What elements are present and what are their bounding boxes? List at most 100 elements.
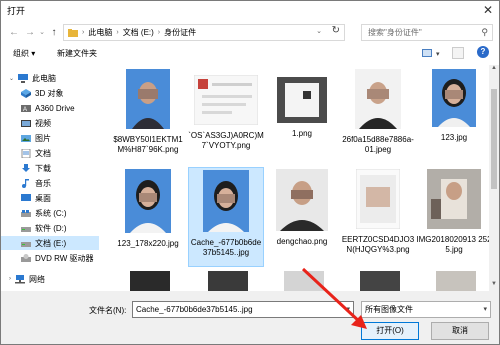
- folder-icon: [68, 28, 78, 37]
- sidebar-item-drive-c[interactable]: 系统 (C:): [21, 206, 67, 220]
- file-name: 26f0a15d88e7886a-01.jpeg: [342, 135, 414, 154]
- file-name: 1.png: [291, 129, 313, 138]
- help-icon[interactable]: ?: [477, 46, 489, 58]
- sidebar-item-label: 图片: [35, 133, 51, 143]
- svg-text:A: A: [23, 107, 27, 113]
- dialog-footer: 文件名(N): Cache_-677b0b6de37b5145..jpg ▾ 所…: [1, 291, 499, 344]
- image-thumbnail[interactable]: [360, 271, 400, 291]
- filename-value: Cache_-677b0b6de37b5145..jpg: [136, 305, 253, 314]
- sidebar-item-desktop[interactable]: 桌面: [21, 191, 51, 205]
- file-name: EERTZ0CSD4DJO3N(HJQGY%3.png: [341, 235, 415, 254]
- title-bar: 打开 ✕: [1, 1, 499, 19]
- file-name: Cache_-677b0b6de37b5145..jpg: [190, 238, 262, 257]
- expand-chevron-icon[interactable]: ⌄: [9, 75, 14, 82]
- breadcrumb-separator-icon: ›: [82, 29, 85, 36]
- address-bar[interactable]: › 此电脑 › 文档 (E:) › 身份证件 ⌄ ↻: [63, 24, 345, 41]
- expand-chevron-icon[interactable]: ›: [9, 276, 11, 282]
- sidebar-item-videos[interactable]: 视频: [21, 116, 51, 130]
- sidebar-item-downloads[interactable]: 下载: [21, 161, 51, 175]
- scrollbar-thumb[interactable]: [491, 89, 497, 189]
- sidebar-item-3d-objects[interactable]: 3D 对象: [21, 86, 63, 100]
- file-item[interactable]: $8WBY50I1EKTM1M%H87`96K.png: [110, 69, 186, 155]
- sidebar-item-label: DVD RW 驱动器: [35, 253, 94, 263]
- cancel-button[interactable]: 取消: [431, 322, 489, 340]
- view-options-icon[interactable]: ▾: [421, 47, 443, 59]
- svg-text:▾: ▾: [436, 51, 440, 58]
- image-thumbnail[interactable]: [436, 271, 476, 291]
- image-thumbnail[interactable]: [208, 271, 248, 291]
- sidebar-item-drive-d[interactable]: 软件 (D:): [21, 221, 67, 235]
- image-thumbnail[interactable]: [130, 271, 170, 291]
- sidebar-item-dvd-drive[interactable]: DVD RW 驱动器: [21, 251, 94, 265]
- breadcrumb-this-pc[interactable]: 此电脑: [88, 27, 112, 38]
- image-thumbnail: [355, 69, 401, 129]
- file-list: $8WBY50I1EKTM1M%H87`96K.png `OS`AS3GJ)A0…: [104, 65, 489, 291]
- sidebar-item-label: 软件 (D:): [35, 223, 67, 233]
- breadcrumb-current-folder[interactable]: 身份证件: [164, 27, 196, 38]
- sidebar-item-drive-e[interactable]: 文档 (E:): [1, 236, 99, 250]
- vertical-scrollbar[interactable]: ▲ ▼: [489, 65, 499, 291]
- image-thumbnail[interactable]: [284, 271, 324, 291]
- image-thumbnail: [432, 69, 476, 127]
- search-icon[interactable]: ⚲: [481, 25, 488, 40]
- desktop-icon: [21, 193, 31, 201]
- scroll-down-icon[interactable]: ▼: [489, 281, 499, 291]
- close-icon[interactable]: ✕: [481, 3, 495, 17]
- file-item[interactable]: 123.jpg: [416, 69, 489, 143]
- sidebar-item-pictures[interactable]: 图片: [21, 131, 51, 145]
- file-name: 123_178x220.jpg: [117, 239, 179, 248]
- refresh-icon[interactable]: ↻: [332, 25, 340, 36]
- sidebar-item-label: 桌面: [35, 193, 51, 203]
- chevron-down-icon[interactable]: ▾: [483, 302, 487, 317]
- preview-pane-icon[interactable]: [452, 47, 464, 59]
- drive-d-icon: [21, 226, 31, 232]
- file-name: IMG2018020913 2525.jpg: [416, 235, 489, 254]
- back-arrow-icon[interactable]: ←: [7, 24, 21, 42]
- network-icon: [15, 274, 25, 283]
- image-thumbnail: [203, 170, 249, 232]
- scroll-up-icon[interactable]: ▲: [489, 65, 499, 75]
- file-item[interactable]: 123_178x220.jpg: [110, 169, 186, 249]
- cloud-drive-icon: A: [21, 104, 31, 113]
- search-input[interactable]: 搜索"身份证件" ⚲: [361, 24, 493, 41]
- computer-icon: [18, 73, 29, 83]
- sidebar-item-label: 3D 对象: [35, 88, 64, 98]
- navigation-bar: ← → ⌄ ↑ › 此电脑 › 文档 (E:) › 身份证件 ⌄ ↻ 搜索"身份…: [1, 21, 499, 45]
- image-thumbnail: [277, 77, 327, 123]
- sidebar-item-this-pc[interactable]: ⌄ 此电脑: [9, 71, 56, 85]
- file-item[interactable]: EERTZ0CSD4DJO3N(HJQGY%3.png: [340, 168, 416, 255]
- image-thumbnail: [427, 169, 481, 229]
- file-name: dengchao.png: [276, 237, 328, 246]
- filename-field[interactable]: Cache_-677b0b6de37b5145..jpg ▾: [132, 301, 354, 318]
- up-arrow-icon[interactable]: ↑: [47, 24, 61, 42]
- organize-button[interactable]: 组织 ▾: [13, 48, 35, 59]
- file-item[interactable]: dengchao.png: [264, 169, 340, 247]
- file-type-select[interactable]: 所有图像文件 ▾: [361, 301, 491, 318]
- file-item[interactable]: 1.png: [264, 69, 340, 139]
- file-item[interactable]: `OS`AS3GJ)A0RC)M7`VYOTY.png: [188, 69, 264, 151]
- sidebar-item-label: 音乐: [35, 178, 51, 188]
- image-thumbnail: [126, 69, 170, 129]
- sidebar-item-music[interactable]: 音乐: [21, 176, 51, 190]
- toolbar: 组织 ▾ 新建文件夹 ▾ ?: [1, 45, 499, 63]
- file-item[interactable]: IMG2018020913 2525.jpg: [416, 169, 489, 255]
- new-folder-button[interactable]: 新建文件夹: [57, 48, 97, 59]
- sidebar-item-label: 下载: [35, 163, 51, 173]
- pictures-icon: [21, 134, 31, 142]
- breadcrumb-separator-icon: ›: [116, 29, 119, 36]
- dvd-drive-icon: [21, 253, 31, 262]
- sidebar-item-network[interactable]: › 网络: [9, 272, 45, 286]
- breadcrumb-drive-e[interactable]: 文档 (E:): [123, 27, 154, 38]
- sidebar-item-label: 文档 (E:): [35, 238, 67, 248]
- file-name: 123.jpg: [440, 133, 468, 142]
- sidebar-item-label: 文档: [35, 148, 51, 158]
- file-item[interactable]: 26f0a15d88e7886a-01.jpeg: [340, 69, 416, 155]
- open-button[interactable]: 打开(O): [361, 322, 419, 340]
- chevron-down-icon[interactable]: ▾: [346, 302, 350, 317]
- sidebar-item-label: 视频: [35, 118, 51, 128]
- drive-c-icon: [21, 209, 31, 217]
- sidebar-item-a360-drive[interactable]: A A360 Drive: [21, 101, 75, 115]
- address-dropdown-icon[interactable]: ⌄: [316, 27, 322, 35]
- sidebar-item-documents[interactable]: 文档: [21, 146, 51, 160]
- file-item-selected[interactable]: Cache_-677b0b6de37b5145..jpg: [188, 167, 264, 267]
